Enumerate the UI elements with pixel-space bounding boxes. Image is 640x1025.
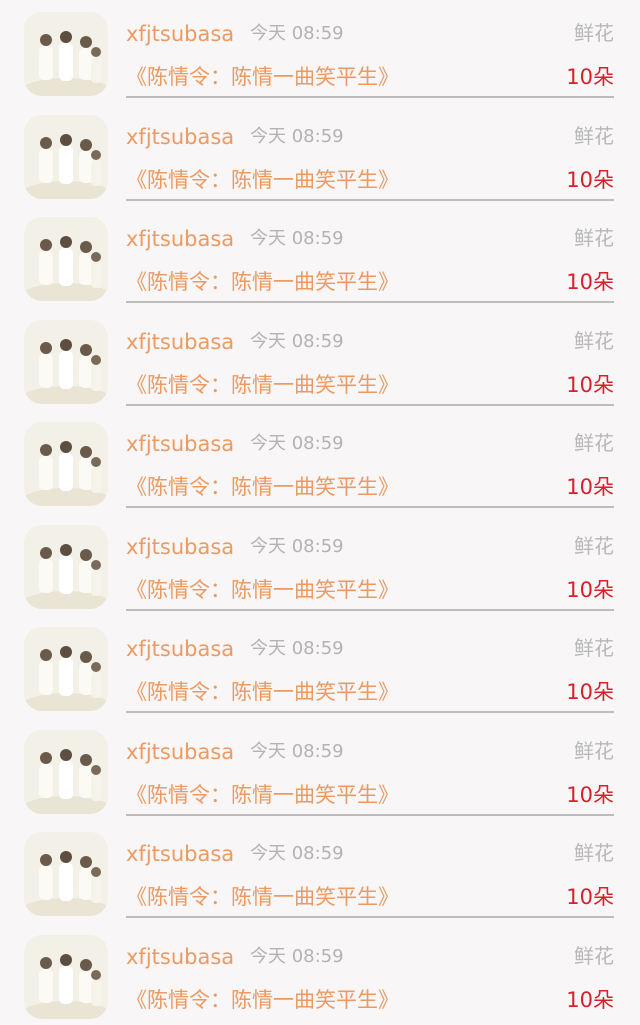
work-title-link[interactable]: 《陈情令：陈情一曲笑平生》 xyxy=(126,780,399,810)
work-title-link[interactable]: 《陈情令：陈情一曲笑平生》 xyxy=(126,882,399,912)
username[interactable]: xfjtsubasa xyxy=(126,533,234,561)
work-title-link[interactable]: 《陈情令：陈情一曲笑平生》 xyxy=(126,165,399,195)
gift-count: 10朵 xyxy=(566,885,614,909)
user-avatar[interactable] xyxy=(24,217,108,301)
user-avatar[interactable] xyxy=(24,524,108,609)
gift-count: 10朵 xyxy=(566,782,614,807)
gift-name: 鲜花 xyxy=(574,21,614,45)
gift-record-row[interactable]: xfjtsubasa 今天 08:59 鲜花 《陈情令：陈情一曲笑平生》 10朵 xyxy=(0,513,640,615)
gift-name: 鲜花 xyxy=(574,636,614,660)
work-title-link[interactable]: 《陈情令：陈情一曲笑平生》 xyxy=(126,985,399,1015)
gift-count: 10朵 xyxy=(566,167,614,192)
timestamp: 今天 08:59 xyxy=(250,843,344,864)
username[interactable]: xfjtsubasa xyxy=(126,20,234,48)
gift-name: 鲜花 xyxy=(574,123,614,148)
gift-count: 10朵 xyxy=(566,270,614,294)
gift-record-row[interactable]: xfjtsubasa 今天 08:59 鲜花 《陈情令：陈情一曲笑平生》 10朵 xyxy=(0,308,640,410)
gift-name: 鲜花 xyxy=(574,533,614,558)
timestamp: 今天 08:59 xyxy=(250,535,344,557)
row-divider xyxy=(126,711,614,713)
user-avatar[interactable] xyxy=(24,729,108,814)
gift-count: 10朵 xyxy=(566,65,614,89)
work-title-link[interactable]: 《陈情令：陈情一曲笑平生》 xyxy=(126,472,399,502)
gift-record-row[interactable]: xfjtsubasa 今天 08:59 鲜花 《陈情令：陈情一曲笑平生》 10朵 xyxy=(0,615,640,717)
gift-name: 鲜花 xyxy=(574,328,614,353)
gift-count: 10朵 xyxy=(566,577,614,602)
row-divider xyxy=(126,506,614,508)
user-avatar[interactable] xyxy=(24,12,108,96)
timestamp: 今天 08:59 xyxy=(250,23,344,44)
timestamp: 今天 08:59 xyxy=(250,330,344,352)
row-divider xyxy=(126,608,614,611)
timestamp: 今天 08:59 xyxy=(250,638,344,659)
row-divider xyxy=(126,96,614,98)
gift-record-row[interactable]: xfjtsubasa 今天 08:59 鲜花 《陈情令：陈情一曲笑平生》 10朵 xyxy=(0,103,640,205)
user-avatar[interactable] xyxy=(24,114,108,199)
username[interactable]: xfjtsubasa xyxy=(126,123,234,151)
gift-record-row[interactable]: xfjtsubasa 今天 08:59 鲜花 《陈情令：陈情一曲笑平生》 10朵 xyxy=(0,410,640,512)
timestamp: 今天 08:59 xyxy=(250,228,344,249)
timestamp: 今天 08:59 xyxy=(250,125,344,147)
gift-record-list: xfjtsubasa 今天 08:59 鲜花 《陈情令：陈情一曲笑平生》 10朵… xyxy=(0,0,640,1019)
username[interactable]: xfjtsubasa xyxy=(126,635,234,663)
timestamp: 今天 08:59 xyxy=(250,945,344,967)
gift-record-row[interactable]: xfjtsubasa 今天 08:59 鲜花 《陈情令：陈情一曲笑平生》 10朵 xyxy=(0,205,640,307)
row-divider xyxy=(126,198,614,201)
row-divider xyxy=(126,813,614,816)
user-avatar[interactable] xyxy=(24,319,108,404)
gift-count: 10朵 xyxy=(566,987,614,1012)
gift-count: 10朵 xyxy=(566,475,614,499)
username[interactable]: xfjtsubasa xyxy=(126,225,234,253)
gift-name: 鲜花 xyxy=(574,226,614,250)
gift-record-row[interactable]: xfjtsubasa 今天 08:59 鲜花 《陈情令：陈情一曲笑平生》 10朵 xyxy=(0,718,640,820)
username[interactable]: xfjtsubasa xyxy=(126,328,234,356)
timestamp: 今天 08:59 xyxy=(250,740,344,762)
work-title-link[interactable]: 《陈情令：陈情一曲笑平生》 xyxy=(126,575,399,605)
row-divider xyxy=(126,301,614,303)
gift-record-row[interactable]: xfjtsubasa 今天 08:59 鲜花 《陈情令：陈情一曲笑平生》 10朵 xyxy=(0,923,640,1025)
row-divider xyxy=(126,916,614,918)
gift-count: 10朵 xyxy=(566,372,614,397)
user-avatar[interactable] xyxy=(24,832,108,916)
username[interactable]: xfjtsubasa xyxy=(126,943,234,971)
user-avatar[interactable] xyxy=(24,627,108,711)
user-avatar[interactable] xyxy=(24,422,108,506)
gift-record-row[interactable]: xfjtsubasa 今天 08:59 鲜花 《陈情令：陈情一曲笑平生》 10朵 xyxy=(0,0,640,102)
work-title-link[interactable]: 《陈情令：陈情一曲笑平生》 xyxy=(126,62,399,92)
username[interactable]: xfjtsubasa xyxy=(126,738,234,766)
gift-name: 鲜花 xyxy=(574,841,614,865)
gift-name: 鲜花 xyxy=(574,943,614,968)
gift-name: 鲜花 xyxy=(574,738,614,763)
gift-name: 鲜花 xyxy=(574,431,614,455)
work-title-link[interactable]: 《陈情令：陈情一曲笑平生》 xyxy=(126,267,399,297)
username[interactable]: xfjtsubasa xyxy=(126,430,234,458)
work-title-link[interactable]: 《陈情令：陈情一曲笑平生》 xyxy=(126,677,399,707)
user-avatar[interactable] xyxy=(24,934,108,1019)
timestamp: 今天 08:59 xyxy=(250,433,344,454)
gift-record-row[interactable]: xfjtsubasa 今天 08:59 鲜花 《陈情令：陈情一曲笑平生》 10朵 xyxy=(0,820,640,922)
work-title-link[interactable]: 《陈情令：陈情一曲笑平生》 xyxy=(126,370,399,400)
gift-count: 10朵 xyxy=(566,680,614,704)
username[interactable]: xfjtsubasa xyxy=(126,840,234,868)
row-divider xyxy=(126,403,614,406)
